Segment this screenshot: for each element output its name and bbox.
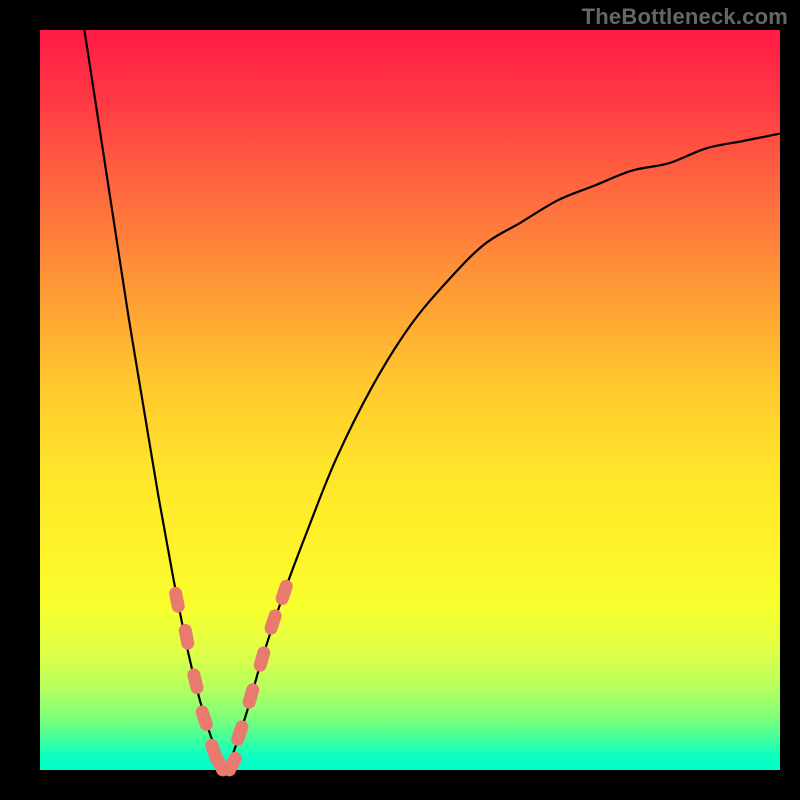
bottleneck-curve <box>84 30 780 770</box>
chart-frame: TheBottleneck.com <box>0 0 800 800</box>
curve-markers <box>168 578 295 779</box>
pill-marker <box>230 719 251 748</box>
pill-marker <box>194 704 215 733</box>
pill-marker <box>178 623 196 651</box>
pill-marker <box>241 682 261 711</box>
chart-svg <box>40 30 780 770</box>
pill-marker <box>168 586 186 614</box>
watermark-text: TheBottleneck.com <box>582 4 788 30</box>
pill-marker <box>186 667 205 695</box>
pill-marker <box>252 645 272 674</box>
pill-marker <box>263 608 284 637</box>
pill-marker <box>274 578 295 607</box>
